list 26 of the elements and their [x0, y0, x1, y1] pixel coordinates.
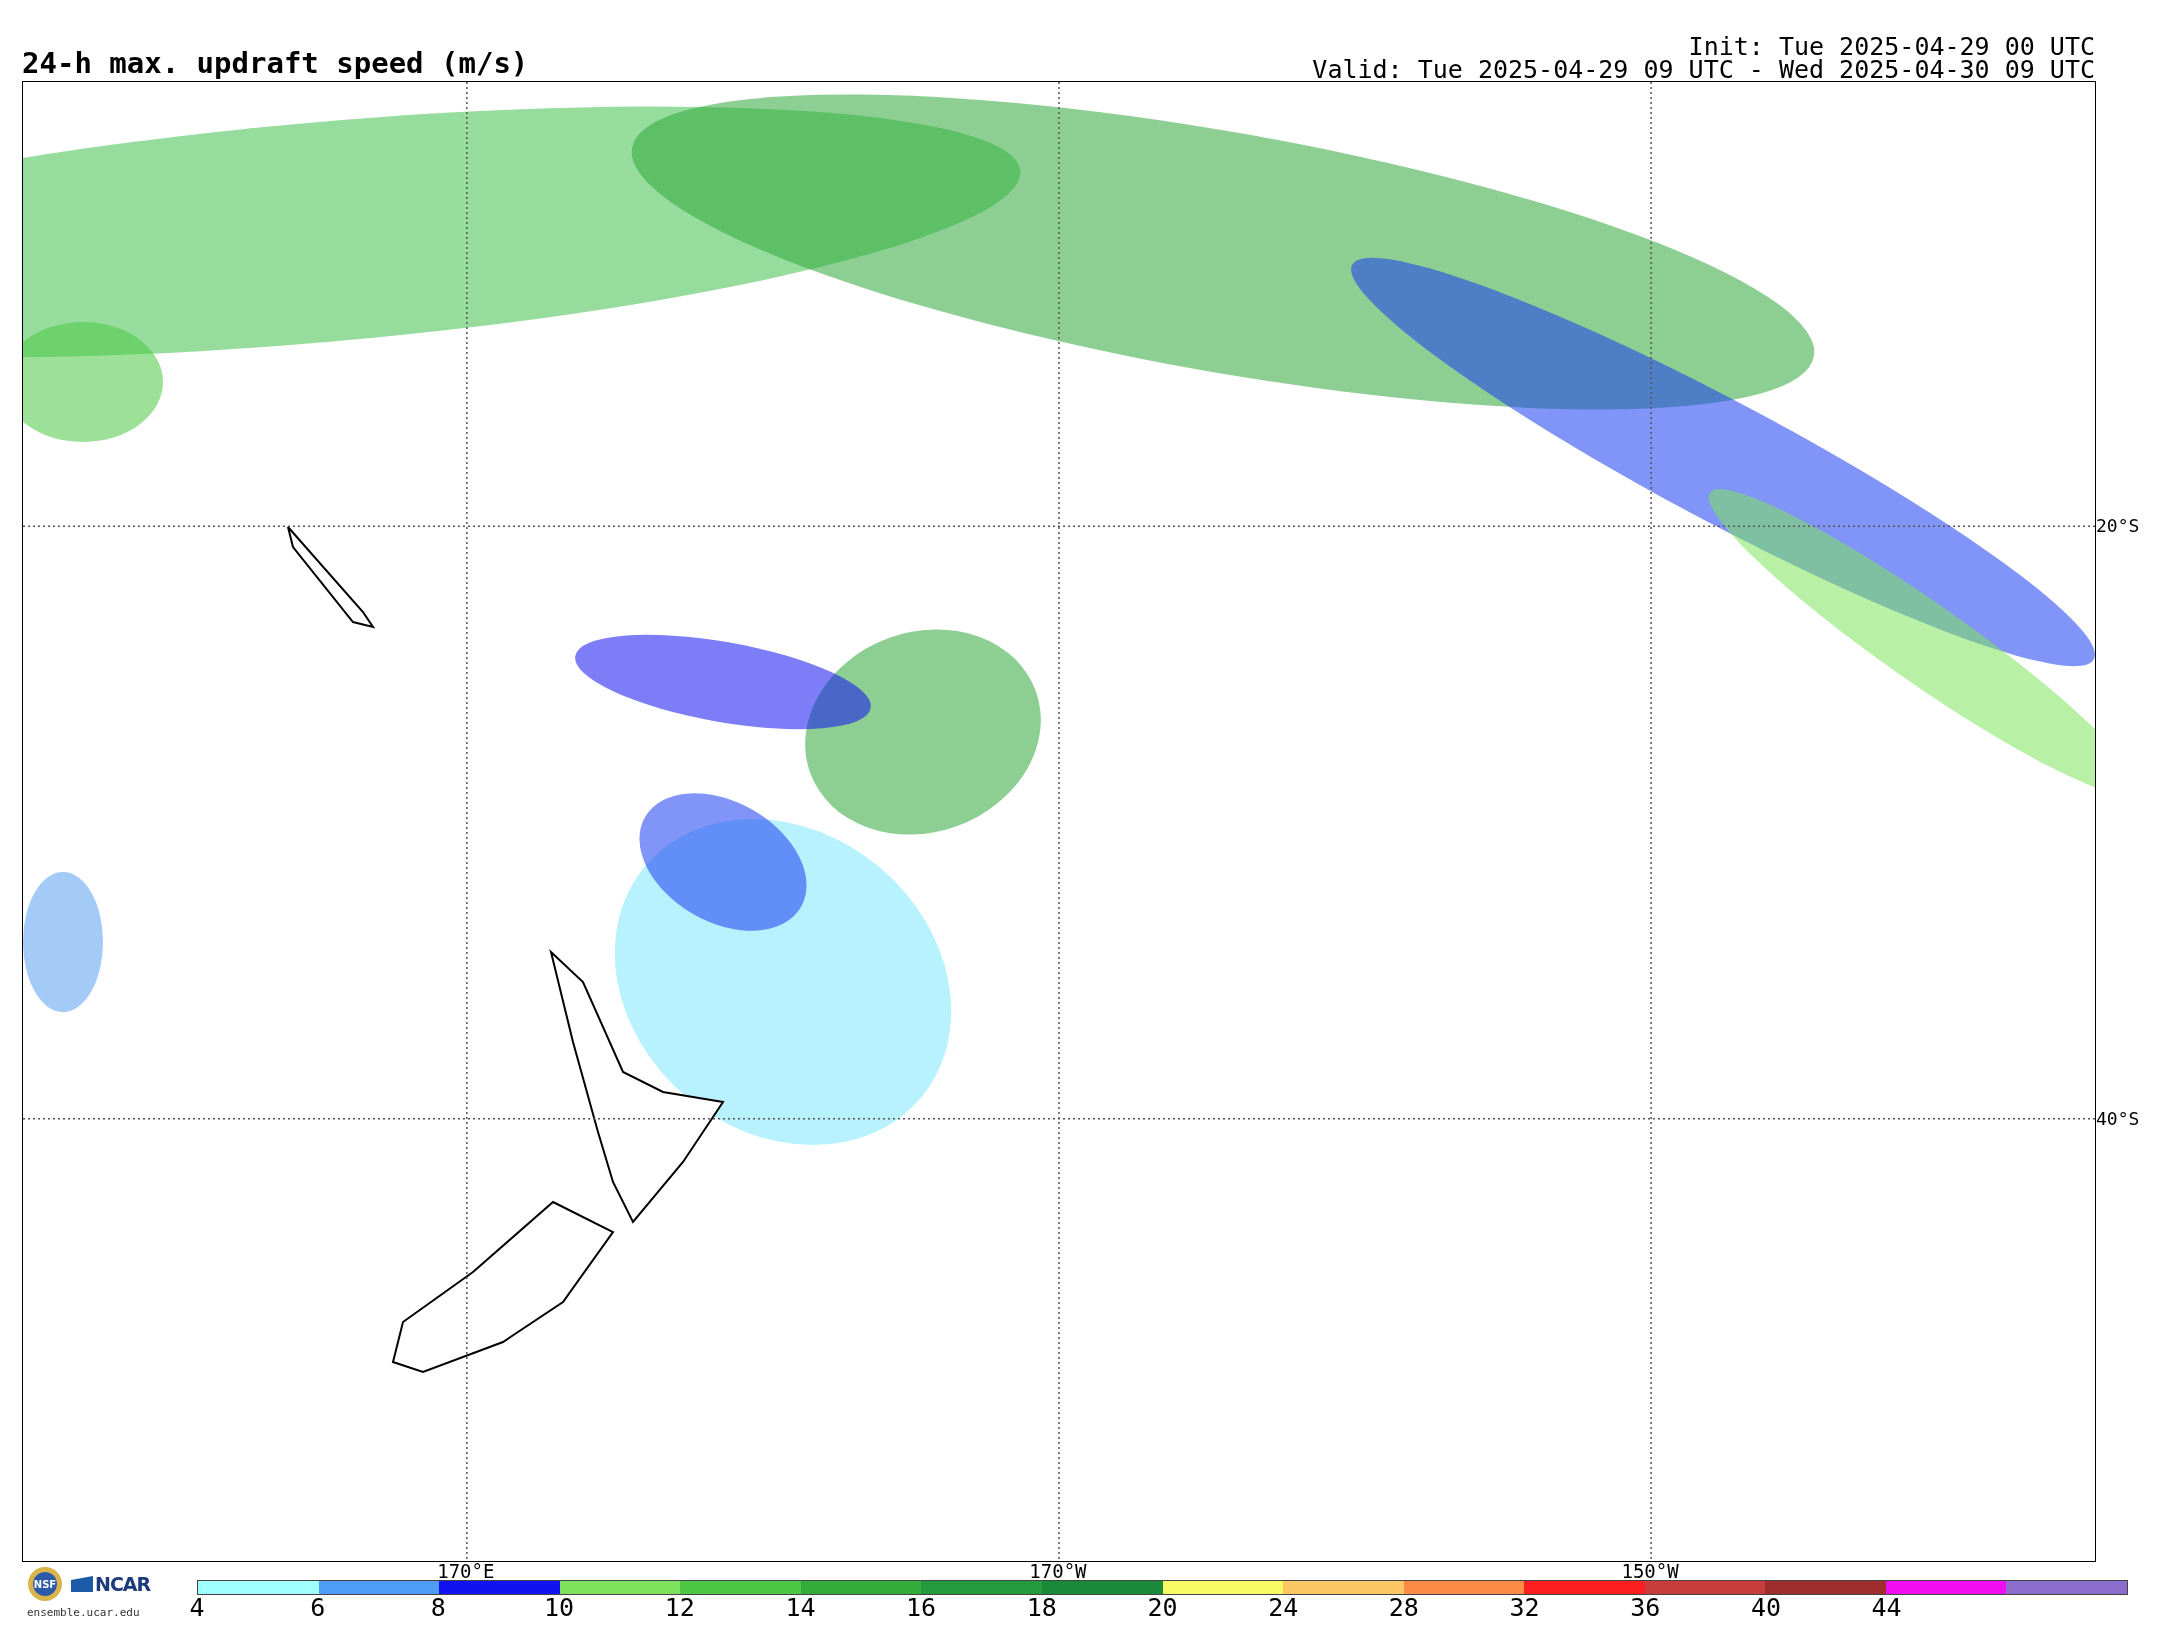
colorbar-tick-label: 4	[189, 1595, 205, 1621]
colorbar-tick-label: 14	[785, 1595, 816, 1621]
website-url: ensemble.ucar.edu	[27, 1606, 141, 1619]
longitude-label: 170°E	[437, 1563, 495, 1580]
colorbar-tick-label: 44	[1871, 1595, 1902, 1621]
init-time: Init: Tue 2025-04-29 00 UTC	[1688, 35, 2095, 58]
colorbar-tick-label: 40	[1750, 1595, 1781, 1621]
longitude-label: 170°W	[1029, 1563, 1087, 1580]
nsf-logo: NSF	[27, 1566, 63, 1602]
colorbar-tick-label: 24	[1268, 1595, 1299, 1621]
latitude-label: 20°S	[2096, 514, 2140, 536]
colorbar-tick-label: 20	[1147, 1595, 1178, 1621]
colorbar-tick-label: 12	[664, 1595, 695, 1621]
ncar-logo: NCAR	[71, 1573, 151, 1595]
chart-title: 24-h max. updraft speed (m/s)	[22, 49, 529, 78]
colorbar-tick-label: 10	[544, 1595, 575, 1621]
colorbar-tick-label: 16	[906, 1595, 937, 1621]
colorbar-tick-label: 32	[1509, 1595, 1540, 1621]
colorbar-tick-label: 6	[310, 1595, 326, 1621]
longitude-label: 150°W	[1621, 1563, 1679, 1580]
latitude-label: 40°S	[2096, 1107, 2140, 1129]
valid-period: Valid: Tue 2025-04-29 09 UTC - Wed 2025-04-30 09 UTC	[1312, 58, 2095, 81]
colorbar-tick-label: 8	[430, 1595, 446, 1621]
colorbar-tick-label: 36	[1630, 1595, 1661, 1621]
colorbar-tick-label: 18	[1026, 1595, 1057, 1621]
colorbar-tick-label: 28	[1388, 1595, 1419, 1621]
